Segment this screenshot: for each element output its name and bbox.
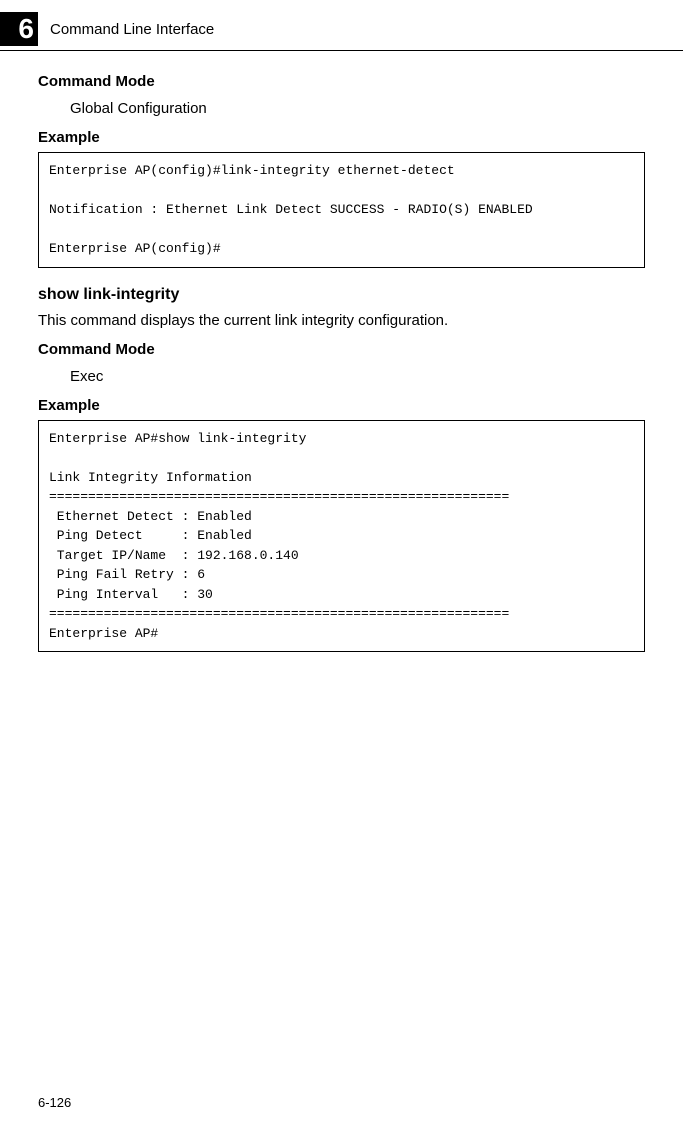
command-description: This command displays the current link i… [38, 312, 645, 329]
example-heading-1: Example [38, 129, 645, 146]
command-title: show link-integrity [38, 286, 645, 304]
command-mode-value-1: Global Configuration [70, 100, 645, 117]
page-header: 6 Command Line Interface [0, 0, 683, 46]
command-mode-value-2: Exec [70, 368, 645, 385]
command-mode-heading-2: Command Mode [38, 341, 645, 358]
example-heading-2: Example [38, 397, 645, 414]
chapter-number: 6 [18, 13, 34, 45]
code-block-2: Enterprise AP#show link-integrity Link I… [38, 420, 645, 653]
page-number: 6-126 [38, 1095, 71, 1110]
chapter-title: Command Line Interface [50, 21, 214, 38]
chapter-number-box: 6 [0, 12, 38, 46]
code-block-1: Enterprise AP(config)#link-integrity eth… [38, 152, 645, 268]
page-content: Command Mode Global Configuration Exampl… [0, 51, 683, 652]
command-mode-heading-1: Command Mode [38, 73, 645, 90]
